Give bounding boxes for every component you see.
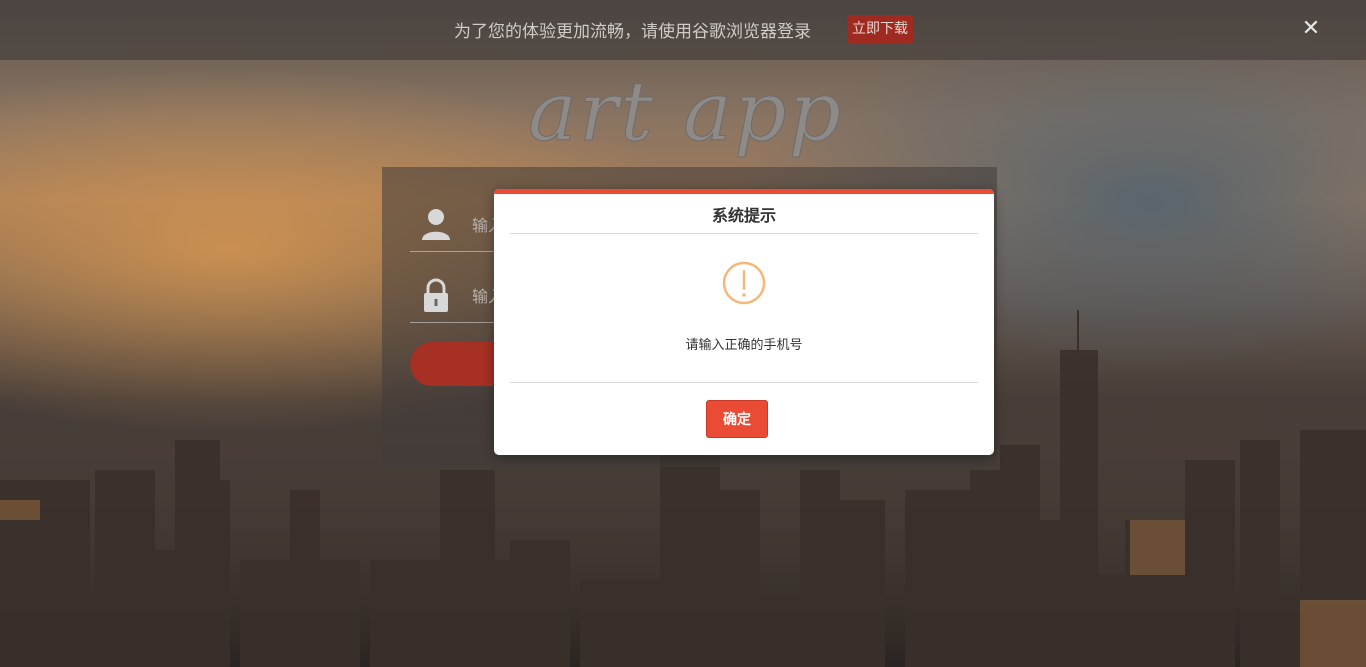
exclamation-circle-icon bbox=[722, 261, 766, 305]
dialog-divider bbox=[509, 382, 979, 383]
dialog-title: 系统提示 bbox=[711, 206, 776, 225]
dialog-divider bbox=[509, 233, 979, 234]
system-alert-dialog: 系统提示 请输入正确的手机号 确定 bbox=[494, 189, 994, 455]
lock-icon bbox=[424, 278, 448, 312]
confirm-button[interactable]: 确定 bbox=[706, 400, 768, 438]
user-icon bbox=[422, 209, 450, 240]
close-icon[interactable]: ✕ bbox=[1300, 17, 1322, 41]
browser-notice-bar: 为了您的体验更加流畅，请使用谷歌浏览器登录 立即下载 ✕ bbox=[0, 0, 1366, 60]
art-app-logo: art app bbox=[528, 65, 843, 161]
dialog-message: 请输入正确的手机号 bbox=[685, 338, 803, 353]
dialog-accent-bar bbox=[494, 189, 994, 194]
svg-text:art app: art app bbox=[528, 65, 843, 160]
browser-notice-text: 为了您的体验更加流畅，请使用谷歌浏览器登录 bbox=[454, 22, 811, 42]
download-browser-button[interactable]: 立即下载 bbox=[847, 15, 913, 44]
